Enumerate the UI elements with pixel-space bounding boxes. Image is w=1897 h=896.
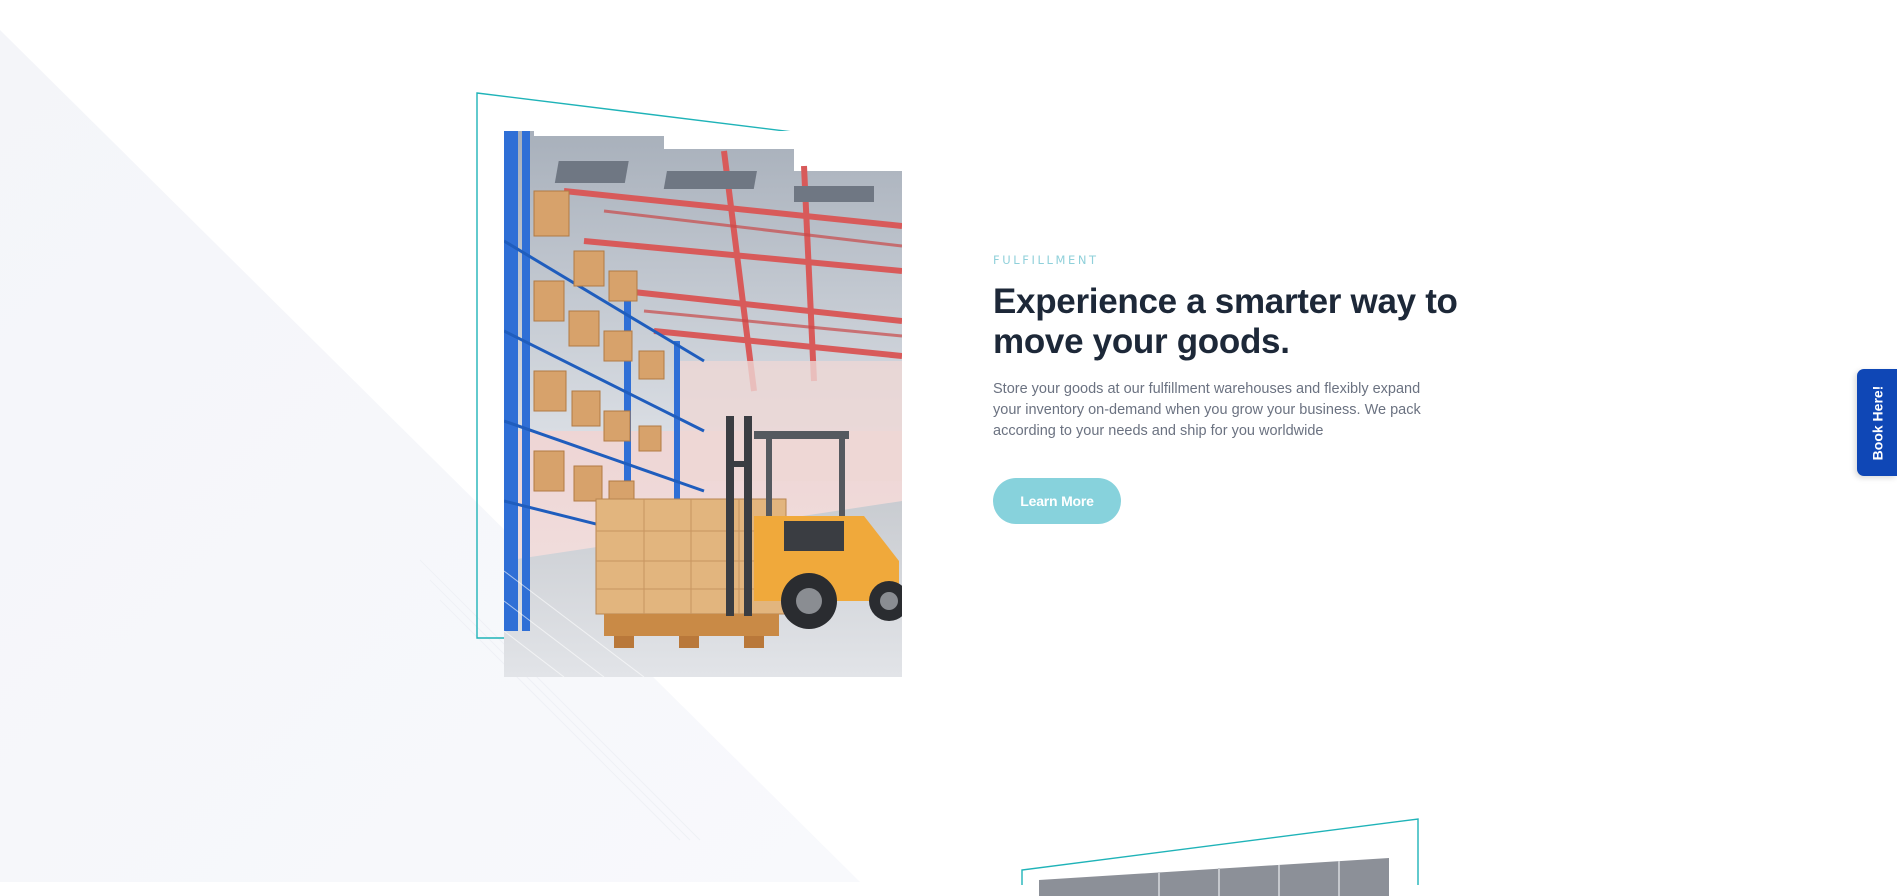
warehouse-image-partial	[1039, 856, 1389, 896]
section-description: Store your goods at our fulfillment ware…	[993, 381, 1421, 439]
section-eyebrow: FULFILLMENT	[993, 253, 1099, 267]
book-here-label: Book Here!	[1869, 385, 1885, 460]
section-headline: Experience a smarter way to move your go…	[993, 282, 1458, 361]
book-here-tab[interactable]: Book Here!	[1857, 369, 1897, 476]
learn-more-button[interactable]: Learn More	[993, 478, 1121, 524]
warehouse-forklift-image	[504, 131, 902, 677]
fulfillment-section: FULFILLMENT Experience a smarter way to …	[993, 252, 1463, 524]
background-diagonal-band	[0, 30, 860, 882]
